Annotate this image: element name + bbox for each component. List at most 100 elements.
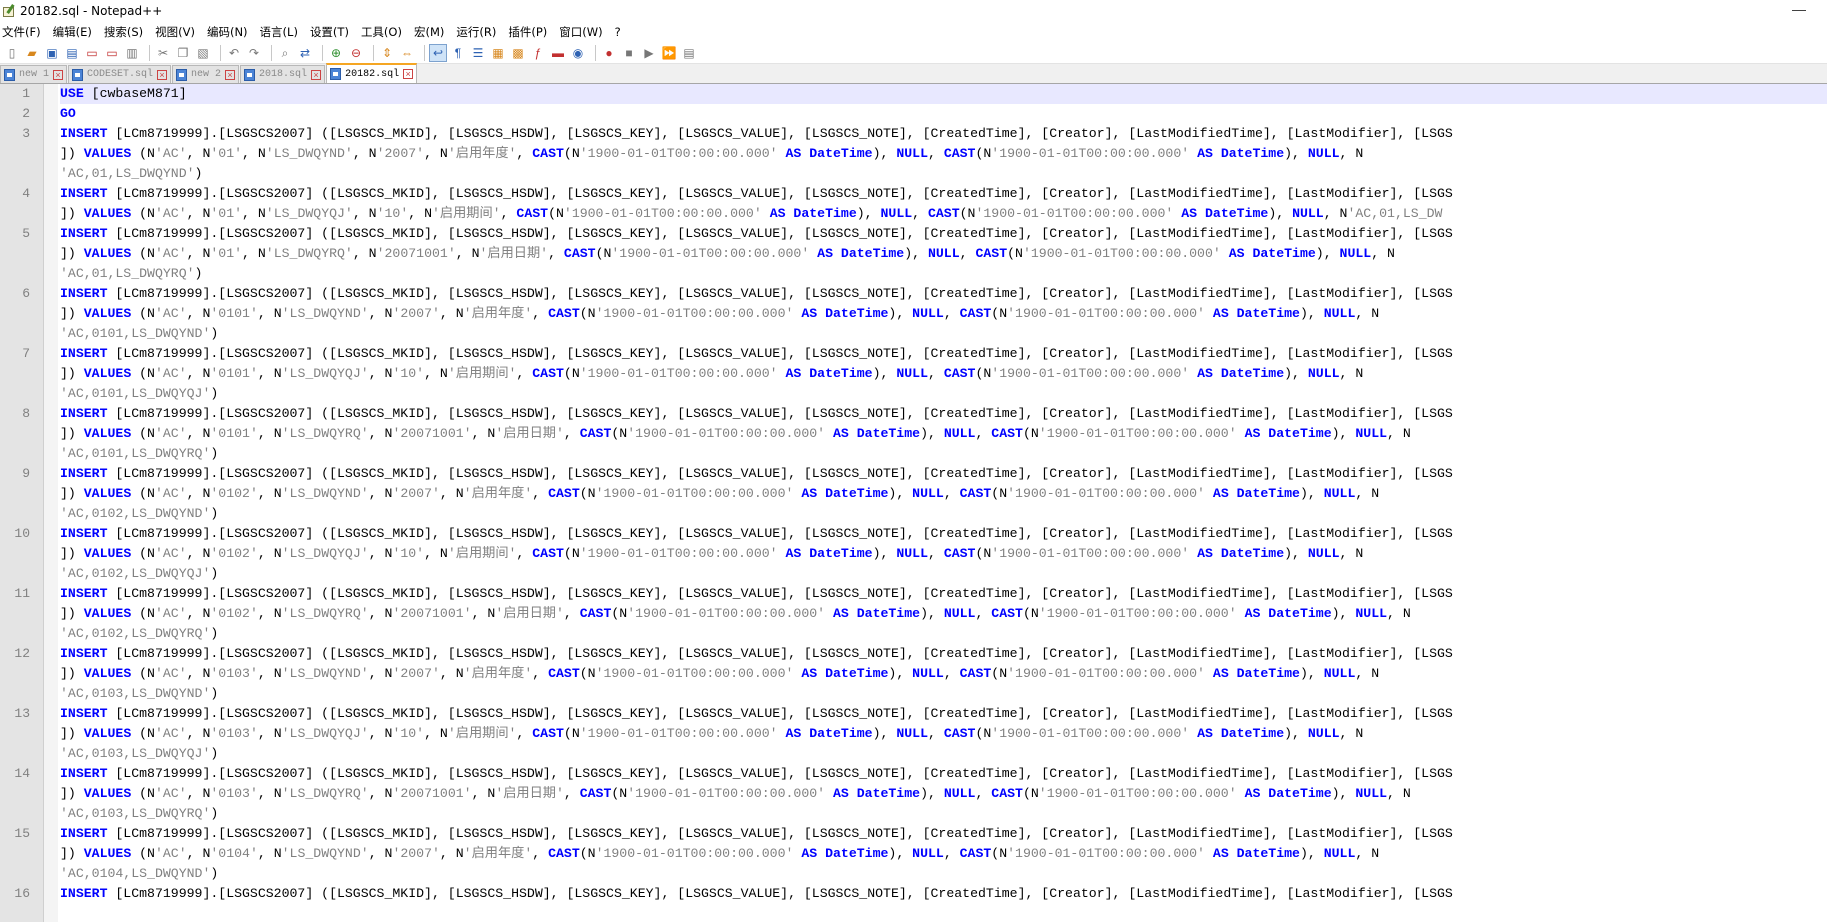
zoom-in-icon[interactable]: ⊕: [328, 45, 344, 61]
code-line[interactable]: INSERT [LCm8719999].[LSGSCS2007] ([LSGSC…: [60, 344, 1827, 364]
undo-icon[interactable]: ↶: [226, 45, 242, 61]
macro-save-icon[interactable]: ▤: [681, 45, 697, 61]
code-line-wrap[interactable]: 'AC,0101,LS_DWQYRQ'): [60, 444, 1827, 464]
code-line[interactable]: INSERT [LCm8719999].[LSGSCS2007] ([LSGSC…: [60, 284, 1827, 304]
menu-item-2[interactable]: 搜索(S): [104, 24, 149, 40]
code-line-wrap[interactable]: 'AC,0103,LS_DWQYQJ'): [60, 744, 1827, 764]
macro-stop-icon[interactable]: ■: [621, 45, 637, 61]
sql-text: (N: [131, 306, 155, 321]
paste-icon[interactable]: ▧: [195, 45, 211, 61]
tab-1[interactable]: CODESET.sql ×: [68, 65, 172, 83]
code-line-wrap[interactable]: ]) VALUES (N'AC', N'0101', N'LS_DWQYND',…: [60, 304, 1827, 324]
code-line-wrap[interactable]: ]) VALUES (N'AC', N'01', N'LS_DWQYRQ', N…: [60, 244, 1827, 264]
menu-item-6[interactable]: 设置(T): [310, 24, 355, 40]
code-line[interactable]: INSERT [LCm8719999].[LSGSCS2007] ([LSGSC…: [60, 824, 1827, 844]
code-line[interactable]: INSERT [LCm8719999].[LSGSCS2007] ([LSGSC…: [60, 584, 1827, 604]
redo-icon[interactable]: ↷: [246, 45, 262, 61]
find-icon[interactable]: ⌕: [277, 45, 293, 61]
code-line[interactable]: INSERT [LCm8719999].[LSGSCS2007] ([LSGSC…: [60, 464, 1827, 484]
code-line-wrap[interactable]: 'AC,0102,LS_DWQYRQ'): [60, 624, 1827, 644]
menu-item-10[interactable]: 插件(P): [508, 24, 553, 40]
menu-item-4[interactable]: 编码(N): [207, 24, 254, 40]
macro-record-icon[interactable]: ●: [601, 45, 617, 61]
code-line[interactable]: INSERT [LCm8719999].[LSGSCS2007] ([LSGSC…: [60, 524, 1827, 544]
monitoring-icon[interactable]: ◉: [570, 45, 586, 61]
tab-4[interactable]: 20182.sql ×: [326, 63, 418, 83]
menu-item-9[interactable]: 运行(R): [456, 24, 502, 40]
minimize-button[interactable]: —: [1789, 2, 1809, 18]
code-line-wrap[interactable]: 'AC,0102,LS_DWQYQJ'): [60, 564, 1827, 584]
tab-close-icon[interactable]: ×: [53, 69, 64, 80]
zoom-out-icon[interactable]: ⊖: [348, 45, 364, 61]
editor[interactable]: 1 2 3 4 5 6 7 8 9 10 11 12 13 14 15 16 USE [cwbaseM871]…: [0, 84, 1827, 922]
macro-play-icon[interactable]: ▶: [641, 45, 657, 61]
tab-close-icon[interactable]: ×: [311, 69, 322, 80]
menu-item-12[interactable]: ?: [615, 25, 627, 39]
fold-margin[interactable]: [44, 84, 58, 922]
menu-item-11[interactable]: 窗口(W): [559, 24, 608, 40]
menu-item-8[interactable]: 宏(M): [414, 24, 450, 40]
code-line-wrap[interactable]: 'AC,0101,LS_DWQYND'): [60, 324, 1827, 344]
menu-item-7[interactable]: 工具(O): [361, 24, 408, 40]
word-wrap-icon[interactable]: ↩: [429, 43, 447, 62]
tab-2[interactable]: new 2 ×: [172, 65, 240, 83]
save-all-icon[interactable]: ▤: [64, 45, 80, 61]
code-line-wrap[interactable]: ]) VALUES (N'AC', N'0101', N'LS_DWQYRQ',…: [60, 424, 1827, 444]
function-list-icon[interactable]: ƒ: [530, 45, 546, 61]
code-line-wrap[interactable]: ]) VALUES (N'AC', N'0103', N'LS_DWQYND',…: [60, 664, 1827, 684]
code-line-wrap[interactable]: ]) VALUES (N'AC', N'0104', N'LS_DWQYND',…: [60, 844, 1827, 864]
code-line-wrap[interactable]: ]) VALUES (N'AC', N'0103', N'LS_DWQYRQ',…: [60, 784, 1827, 804]
code-line[interactable]: INSERT [LCm8719999].[LSGSCS2007] ([LSGSC…: [60, 884, 1827, 904]
code-area[interactable]: USE [cwbaseM871] GO INSERT [LCm8719999].[L…: [58, 84, 1827, 922]
tab-3[interactable]: 2018.sql ×: [240, 65, 326, 83]
macro-run-multiple-icon[interactable]: ⏩: [661, 45, 677, 61]
code-line-wrap[interactable]: ]) VALUES (N'AC', N'0102', N'LS_DWQYQJ',…: [60, 544, 1827, 564]
user-language-icon[interactable]: ▦: [490, 45, 506, 61]
code-line[interactable]: INSERT [LCm8719999].[LSGSCS2007] ([LSGSC…: [60, 124, 1827, 144]
tab-0[interactable]: new 1 ×: [0, 65, 68, 83]
indent-guide-icon[interactable]: ☰: [470, 45, 486, 61]
menu-item-3[interactable]: 视图(V): [155, 24, 201, 40]
code-line-wrap[interactable]: 'AC,01,LS_DWQYND'): [60, 164, 1827, 184]
new-file-icon[interactable]: ▯: [4, 45, 20, 61]
code-line-wrap[interactable]: ]) VALUES (N'AC', N'0102', N'LS_DWQYND',…: [60, 484, 1827, 504]
code-line[interactable]: USE [cwbaseM871]: [60, 84, 1827, 104]
code-line-wrap[interactable]: 'AC,01,LS_DWQYRQ'): [60, 264, 1827, 284]
menu-item-1[interactable]: 编辑(E): [53, 24, 98, 40]
code-line-wrap[interactable]: 'AC,0103,LS_DWQYRQ'): [60, 804, 1827, 824]
code-line[interactable]: INSERT [LCm8719999].[LSGSCS2007] ([LSGSC…: [60, 184, 1827, 204]
code-line-wrap[interactable]: ]) VALUES (N'AC', N'0103', N'LS_DWQYQJ',…: [60, 724, 1827, 744]
code-line-wrap[interactable]: 'AC,0103,LS_DWQYND'): [60, 684, 1827, 704]
code-line[interactable]: INSERT [LCm8719999].[LSGSCS2007] ([LSGSC…: [60, 404, 1827, 424]
close-icon[interactable]: ▭: [84, 45, 100, 61]
menu-item-0[interactable]: 文件(F): [2, 24, 47, 40]
code-line-wrap[interactable]: ]) VALUES (N'AC', N'01', N'LS_DWQYQJ', N…: [60, 204, 1827, 224]
code-line[interactable]: INSERT [LCm8719999].[LSGSCS2007] ([LSGSC…: [60, 224, 1827, 244]
code-line-wrap[interactable]: 'AC,0104,LS_DWQYND'): [60, 864, 1827, 884]
open-file-icon[interactable]: ▰: [24, 45, 40, 61]
folder-workspace-icon[interactable]: ▬: [550, 45, 566, 61]
show-all-chars-icon[interactable]: ¶: [450, 45, 466, 61]
code-line[interactable]: INSERT [LCm8719999].[LSGSCS2007] ([LSGSC…: [60, 644, 1827, 664]
code-line[interactable]: GO: [60, 104, 1827, 124]
print-icon[interactable]: ▥: [124, 45, 140, 61]
tab-close-icon[interactable]: ×: [403, 69, 414, 79]
cut-icon[interactable]: ✂: [155, 45, 171, 61]
save-icon[interactable]: ▣: [44, 45, 60, 61]
doc-map-icon[interactable]: ▩: [510, 45, 526, 61]
copy-icon[interactable]: ❐: [175, 45, 191, 61]
replace-icon[interactable]: ⇄: [297, 45, 313, 61]
close-all-icon[interactable]: ▭: [104, 45, 120, 61]
sync-vertical-icon[interactable]: ⇕: [379, 45, 395, 61]
tab-close-icon[interactable]: ×: [157, 69, 168, 80]
code-line-wrap[interactable]: 'AC,0101,LS_DWQYQJ'): [60, 384, 1827, 404]
sync-horizontal-icon[interactable]: ⇔: [399, 45, 415, 61]
menu-item-5[interactable]: 语言(L): [260, 24, 304, 40]
code-line-wrap[interactable]: ]) VALUES (N'AC', N'01', N'LS_DWQYND', N…: [60, 144, 1827, 164]
code-line[interactable]: INSERT [LCm8719999].[LSGSCS2007] ([LSGSC…: [60, 764, 1827, 784]
code-line-wrap[interactable]: 'AC,0102,LS_DWQYND'): [60, 504, 1827, 524]
code-line[interactable]: INSERT [LCm8719999].[LSGSCS2007] ([LSGSC…: [60, 704, 1827, 724]
code-line-wrap[interactable]: ]) VALUES (N'AC', N'0101', N'LS_DWQYQJ',…: [60, 364, 1827, 384]
code-line-wrap[interactable]: ]) VALUES (N'AC', N'0102', N'LS_DWQYRQ',…: [60, 604, 1827, 624]
tab-close-icon[interactable]: ×: [225, 69, 236, 80]
